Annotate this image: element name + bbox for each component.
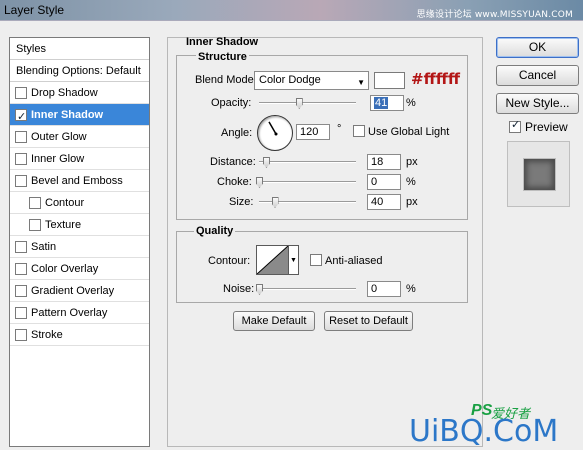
style-item-label: Inner Glow <box>31 153 85 165</box>
opacity-unit: % <box>406 97 416 109</box>
style-item-label: Satin <box>31 241 57 253</box>
blend-mode-select[interactable]: Color Dodge ▼ <box>254 71 369 90</box>
style-item-drop-shadow[interactable]: Drop Shadow <box>10 82 149 104</box>
ok-button[interactable]: OK <box>496 37 579 58</box>
color-hex-annotation: #ffffff <box>411 70 461 88</box>
structure-title: Structure <box>196 51 249 63</box>
distance-input[interactable]: 18 <box>367 154 401 170</box>
opacity-value: 41 <box>374 97 389 109</box>
choke-label: Choke: <box>217 176 252 188</box>
quality-title: Quality <box>194 225 236 237</box>
noise-input[interactable]: 0 <box>367 281 401 297</box>
style-item-texture[interactable]: Texture <box>10 214 149 236</box>
angle-input[interactable]: 120 <box>296 124 330 140</box>
style-item-checkbox[interactable] <box>15 241 27 253</box>
angle-needle-icon <box>268 121 278 136</box>
watermark-text: 思缘设计论坛 www.MISSYUAN.COM <box>416 10 573 20</box>
contour-dropdown-button[interactable]: ▼ <box>289 245 299 275</box>
opacity-slider-track[interactable] <box>259 102 356 104</box>
style-item-color-overlay[interactable]: Color Overlay <box>10 258 149 280</box>
site-logo: PS 爱好者 UiBQ.CoM <box>409 402 579 449</box>
style-items: Drop Shadow Inner Shadow Outer Glow Inner G… <box>10 82 149 346</box>
style-item-satin[interactable]: Satin <box>10 236 149 258</box>
angle-label: Angle: <box>221 127 253 139</box>
style-item-checkbox[interactable] <box>29 219 41 231</box>
style-item-label: Contour <box>45 197 85 209</box>
style-preview <box>507 141 570 207</box>
distance-unit: px <box>406 156 418 168</box>
blending-options-item[interactable]: Blending Options: Default <box>10 60 149 82</box>
window-title: Layer Style <box>4 3 65 17</box>
style-item-checkbox[interactable] <box>15 307 27 319</box>
choke-slider-track[interactable] <box>259 181 356 183</box>
inner-shadow-panel: Inner Shadow Structure Blend Mode: Color… <box>167 36 483 447</box>
style-item-checkbox[interactable] <box>29 197 41 209</box>
panel-title: Inner Shadow <box>186 36 259 48</box>
style-item-stroke[interactable]: Stroke <box>10 324 149 346</box>
style-item-label: Inner Shadow <box>31 109 104 121</box>
style-item-checkbox[interactable] <box>15 285 27 297</box>
style-item-checkbox[interactable] <box>15 263 27 275</box>
anti-aliased-label: Anti-aliased <box>325 255 383 267</box>
choke-unit: % <box>406 176 416 188</box>
distance-slider-track[interactable] <box>259 161 356 163</box>
chevron-down-icon: ▼ <box>357 78 365 87</box>
noise-label: Noise: <box>223 283 255 295</box>
style-item-checkbox[interactable] <box>15 329 27 341</box>
styles-list: Styles Blending Options: Default Drop Sh… <box>9 37 150 447</box>
cancel-button[interactable]: Cancel <box>496 65 579 86</box>
style-item-checkbox[interactable] <box>15 106 27 128</box>
shadow-color-swatch[interactable] <box>374 72 405 89</box>
style-item-inner-glow[interactable]: Inner Glow <box>10 148 149 170</box>
angle-dial[interactable] <box>257 115 293 151</box>
title-bar: Layer Style 思缘设计论坛 www.MISSYUAN.COM <box>0 0 583 21</box>
logo-site-text: UiBQ.CoM <box>409 414 559 449</box>
new-style-button[interactable]: New Style... <box>496 93 579 114</box>
style-item-label: Color Overlay <box>31 263 99 275</box>
size-input[interactable]: 40 <box>367 194 401 210</box>
style-item-label: Texture <box>45 219 82 231</box>
style-item-checkbox[interactable] <box>15 153 27 165</box>
chevron-down-icon: ▼ <box>290 257 297 264</box>
reset-to-default-button[interactable]: Reset to Default <box>324 311 413 331</box>
style-item-label: Bevel and Emboss <box>31 175 123 187</box>
use-global-light-checkbox[interactable] <box>353 125 365 137</box>
style-item-gradient-overlay[interactable]: Gradient Overlay <box>10 280 149 302</box>
use-global-light-label: Use Global Light <box>368 126 450 138</box>
quality-group <box>176 231 468 303</box>
style-item-label: Drop Shadow <box>31 87 98 99</box>
make-default-button[interactable]: Make Default <box>233 311 315 331</box>
preview-checkbox[interactable] <box>509 118 521 133</box>
style-item-label: Stroke <box>31 329 63 341</box>
blend-mode-label: Blend Mode: <box>195 74 257 86</box>
style-item-label: Gradient Overlay <box>31 285 115 297</box>
noise-unit: % <box>406 283 416 295</box>
style-item-outer-glow[interactable]: Outer Glow <box>10 126 149 148</box>
size-label: Size: <box>229 196 254 208</box>
style-item-inner-shadow[interactable]: Inner Shadow <box>10 104 149 128</box>
size-unit: px <box>406 196 418 208</box>
choke-input[interactable]: 0 <box>367 174 401 190</box>
opacity-input[interactable]: 41 <box>370 95 404 111</box>
contour-label: Contour: <box>208 255 251 267</box>
style-item-checkbox[interactable] <box>15 175 27 187</box>
anti-aliased-checkbox[interactable] <box>310 254 322 266</box>
style-item-contour[interactable]: Contour <box>10 192 149 214</box>
style-item-checkbox[interactable] <box>15 131 27 143</box>
distance-label: Distance: <box>210 156 256 168</box>
preview-swatch <box>524 159 555 190</box>
blend-mode-value: Color Dodge <box>259 74 321 86</box>
style-item-checkbox[interactable] <box>15 87 27 99</box>
style-item-label: Pattern Overlay <box>31 307 108 319</box>
angle-unit: ° <box>337 123 342 135</box>
style-item-bevel-and-emboss[interactable]: Bevel and Emboss <box>10 170 149 192</box>
styles-header[interactable]: Styles <box>10 38 149 60</box>
preview-label: Preview <box>525 120 568 134</box>
style-item-label: Outer Glow <box>31 131 87 143</box>
opacity-label: Opacity: <box>211 97 252 109</box>
contour-preview[interactable] <box>256 245 289 275</box>
style-item-pattern-overlay[interactable]: Pattern Overlay <box>10 302 149 324</box>
contour-curve-icon <box>257 246 288 274</box>
noise-slider-track[interactable] <box>259 288 356 290</box>
